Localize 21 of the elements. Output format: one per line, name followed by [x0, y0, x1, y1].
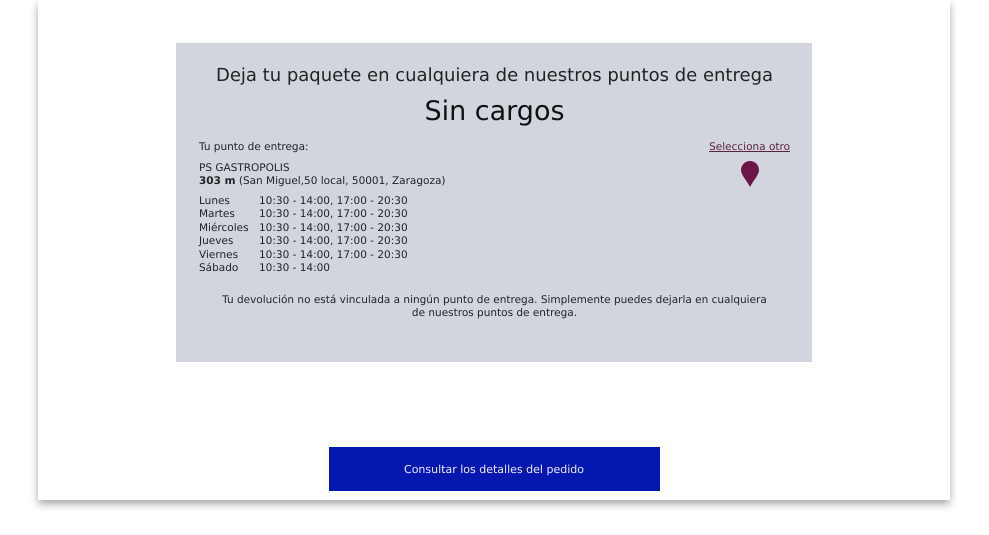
day-label: Lunes [199, 194, 231, 208]
point-label: Tu punto de entrega: [199, 141, 310, 154]
day-label: Martes [199, 208, 236, 222]
hours-label: 10:30 - 14:00, 17:00 - 20:30 [259, 222, 409, 235]
return-note: Tu devolución no está vinculada a ningún punto de entrega. Simplemente puedes dejarla en cualquiera de nuestros puntos de entrega. [221, 294, 768, 320]
select-other-link[interactable]: Selecciona otro [709, 141, 790, 154]
day-label: Miércoles [199, 222, 250, 235]
hours-label: 10:30 - 14:00, 17:00 - 20:30 [259, 208, 409, 222]
day-label: Jueves [199, 235, 234, 248]
point-address: 303 m (San Miguel,50 local, 50001, Zaragoza) [199, 175, 446, 188]
order-details-button[interactable]: Consultar los detalles del pedido [328, 447, 660, 491]
hours-label: 10:30 - 14:00, 17:00 - 20:30 [259, 248, 409, 262]
hours-label: 10:30 - 14:00, 17:00 - 20:30 [259, 194, 409, 208]
panel-heading: Deja tu paquete en cualquiera de nuestros puntos de entrega [214, 65, 774, 86]
hours-label: 10:30 - 14:00, 17:00 - 20:30 [259, 235, 409, 248]
day-label: Sábado [199, 262, 240, 276]
day-label: Viernes [199, 248, 240, 262]
price-label: Sin cargos [423, 96, 566, 127]
point-name: PS GASTROPOLIS [199, 162, 291, 175]
hours-label: 10:30 - 14:00 [259, 262, 331, 276]
location-pin-icon [740, 160, 759, 186]
